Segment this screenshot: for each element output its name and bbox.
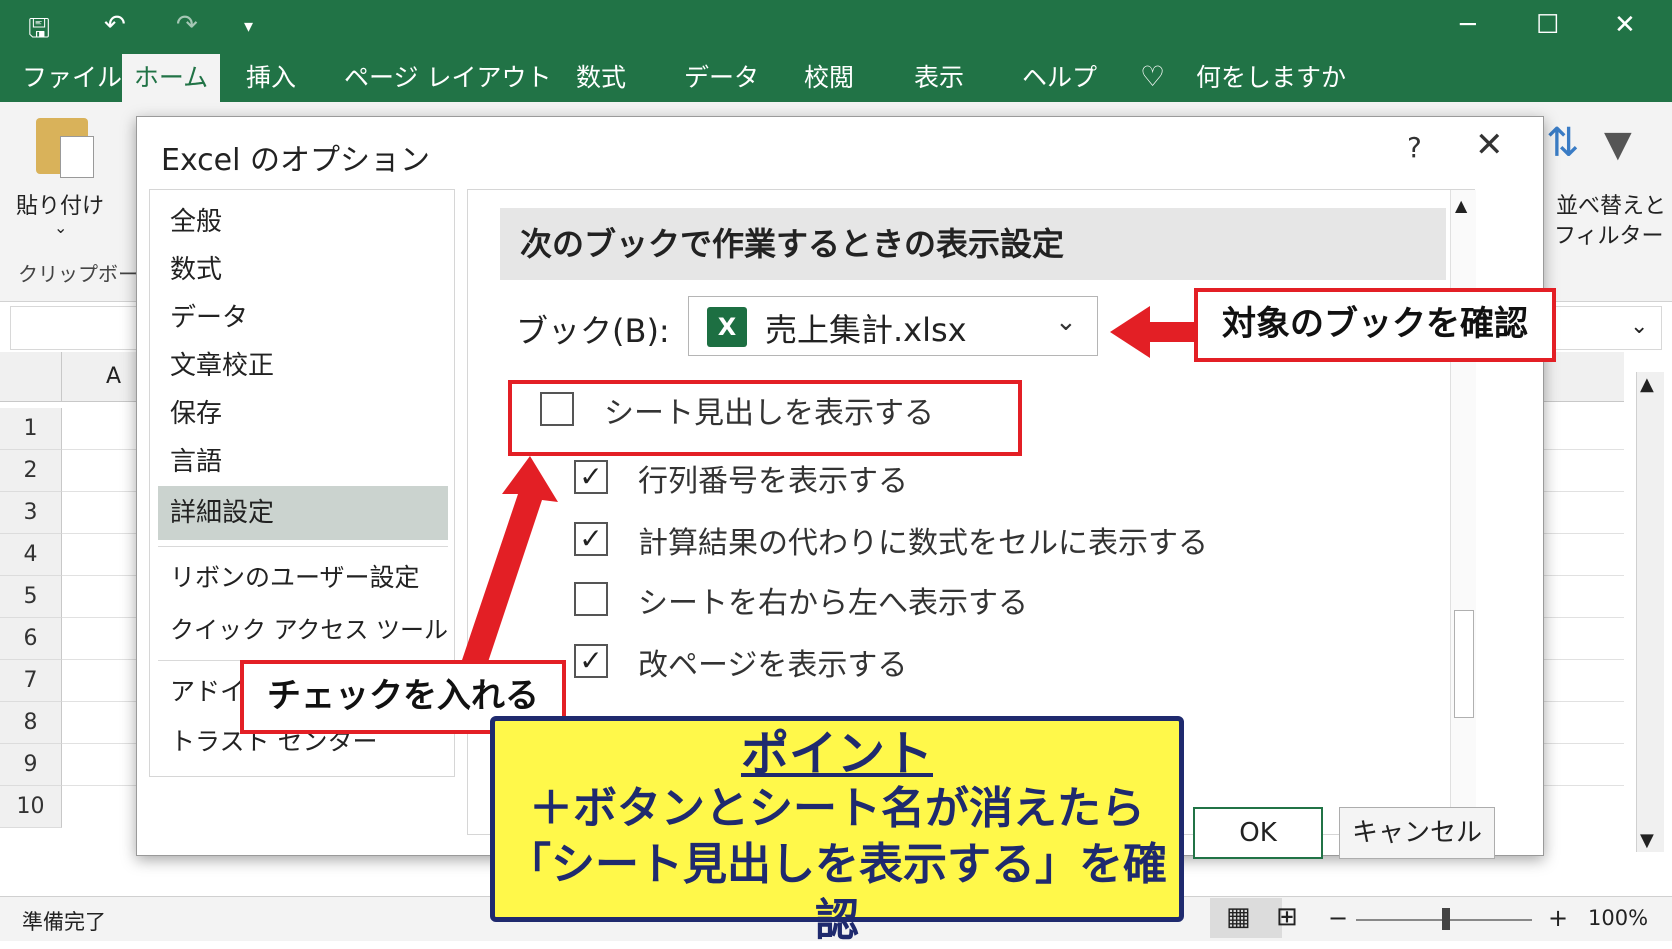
undo-icon[interactable]: ↶	[104, 10, 126, 40]
point-line-2: 「シート見出しを表示する」を確認	[507, 839, 1167, 946]
tell-me-search[interactable]: 何をしますか	[1190, 54, 1352, 102]
book-select-value: 売上集計.xlsx	[765, 311, 967, 349]
point-line-1: ＋ボタンとシート名が消えたら	[529, 783, 1145, 834]
arrow-to-checkbox	[460, 456, 558, 674]
tab-review[interactable]: 校閲	[798, 54, 860, 102]
option-label: 計算結果の代わりに数式をセルに表示する	[638, 526, 1208, 561]
tab-data[interactable]: データ	[678, 54, 765, 102]
option-label: シートを右から左へ表示する	[638, 586, 1028, 621]
row-header-2[interactable]: 2	[0, 450, 62, 492]
book-label: ブック(B):	[516, 312, 670, 350]
close-window-icon[interactable]: ✕	[1614, 10, 1636, 40]
callout-check-book: 対象のブックを確認	[1194, 288, 1556, 362]
filter-icon[interactable]: ▼	[1604, 124, 1632, 165]
nav-formulas[interactable]: 数式	[158, 246, 448, 294]
row-header-10[interactable]: 10	[0, 786, 62, 828]
paste-button-label[interactable]: 貼り付け	[16, 188, 104, 220]
sort-az-icon[interactable]: ⇅	[1546, 120, 1580, 166]
select-all-corner[interactable]	[0, 352, 62, 402]
point-title: ポイント	[740, 726, 933, 782]
arrow-to-book-select	[1110, 306, 1198, 358]
scroll-down-icon[interactable]: ▼	[1640, 830, 1654, 851]
zoom-in-icon[interactable]: +	[1548, 904, 1568, 932]
dialog-title: Excel のオプション	[161, 143, 431, 178]
formula-expand-icon[interactable]: ⌄	[1630, 314, 1648, 339]
lightbulb-icon: ♡	[1140, 60, 1166, 93]
chevron-down-icon[interactable]: ⌄	[1055, 307, 1077, 337]
zoom-level[interactable]: 100%	[1588, 906, 1648, 930]
scroll-up-icon[interactable]: ▲	[1455, 196, 1467, 215]
book-select[interactable]: X 売上集計.xlsx ⌄	[688, 296, 1098, 356]
status-ready: 準備完了	[22, 910, 106, 934]
point-note: ポイント ＋ボタンとシート名が消えたら 「シート見出しを表示する」を確認	[490, 716, 1184, 946]
options-scrollbar[interactable]: ▲ ▼	[1450, 190, 1476, 836]
checkbox-show-headers[interactable]: ✓	[574, 460, 608, 494]
sort-filter-label-1[interactable]: 並べ替えと	[1556, 188, 1666, 220]
sheet-vertical-scrollbar[interactable]	[1636, 372, 1664, 852]
tab-page-layout[interactable]: ページ レイアウト	[338, 54, 557, 102]
nav-language[interactable]: 言語	[158, 438, 448, 486]
grid-view-glyph: ▦	[1226, 902, 1251, 932]
minimize-icon[interactable]: ─	[1460, 10, 1476, 40]
tab-file[interactable]: ファイル	[16, 54, 128, 102]
row-header-3[interactable]: 3	[0, 492, 62, 534]
checkbox-show-page-breaks[interactable]: ✓	[574, 644, 608, 678]
tab-home[interactable]: ホーム	[122, 54, 220, 102]
nav-general[interactable]: 全般	[158, 198, 448, 246]
nav-customize-ribbon[interactable]: リボンのユーザー設定	[158, 554, 448, 602]
nav-divider	[158, 546, 448, 547]
arrow-left-shape	[1110, 306, 1198, 358]
tab-help[interactable]: ヘルプ	[1016, 54, 1103, 102]
nav-advanced[interactable]: 詳細設定	[158, 486, 448, 540]
close-icon[interactable]: ✕	[1475, 125, 1504, 165]
arrow-up-shape	[460, 456, 558, 674]
ok-button[interactable]: OK	[1193, 807, 1323, 859]
scrollbar-thumb[interactable]	[1454, 610, 1474, 718]
save-icon[interactable]: 🖫	[28, 10, 50, 54]
excel-file-icon: X	[707, 307, 747, 347]
nav-save[interactable]: 保存	[158, 390, 448, 438]
row-header-6[interactable]: 6	[0, 618, 62, 660]
zoom-out-icon[interactable]: −	[1328, 904, 1348, 932]
highlight-box-sheet-tabs	[508, 380, 1022, 456]
nav-quick-access-toolbar[interactable]: クイック アクセス ツール バー	[158, 606, 448, 654]
column-header-a[interactable]: A	[106, 364, 121, 389]
help-button[interactable]: ?	[1407, 131, 1422, 164]
cancel-button[interactable]: キャンセル	[1339, 807, 1495, 859]
paste-icon-sheet	[60, 136, 94, 178]
option-label: 行列番号を表示する	[638, 464, 908, 499]
checkbox-show-formulas[interactable]: ✓	[574, 522, 608, 556]
tab-view[interactable]: 表示	[908, 54, 970, 102]
qat-dropdown-icon[interactable]: ▾	[244, 16, 253, 37]
checkbox-right-to-left[interactable]	[574, 582, 608, 616]
scroll-up-icon[interactable]: ▲	[1640, 374, 1654, 395]
redo-icon[interactable]: ↷	[176, 10, 198, 40]
maximize-icon[interactable]: ☐	[1536, 10, 1559, 40]
chevron-down-icon[interactable]: ⌄	[54, 218, 67, 237]
row-header-8[interactable]: 8	[0, 702, 62, 744]
tab-formulas[interactable]: 数式	[570, 54, 632, 102]
row-header-1[interactable]: 1	[0, 408, 62, 450]
tab-insert[interactable]: 挿入	[240, 54, 302, 102]
row-header-4[interactable]: 4	[0, 534, 62, 576]
row-header-9[interactable]: 9	[0, 744, 62, 786]
row-header-5[interactable]: 5	[0, 576, 62, 618]
option-label: 改ページを表示する	[638, 648, 908, 683]
nav-proofing[interactable]: 文章校正	[158, 342, 448, 390]
page-layout-view-icon[interactable]: ⊞	[1276, 902, 1298, 932]
row-header-7[interactable]: 7	[0, 660, 62, 702]
zoom-slider-thumb[interactable]	[1442, 908, 1450, 930]
sort-filter-label-2[interactable]: フィルター	[1554, 218, 1664, 250]
nav-data[interactable]: データ	[158, 294, 448, 342]
section-header: 次のブックで作業するときの表示設定	[500, 208, 1446, 280]
